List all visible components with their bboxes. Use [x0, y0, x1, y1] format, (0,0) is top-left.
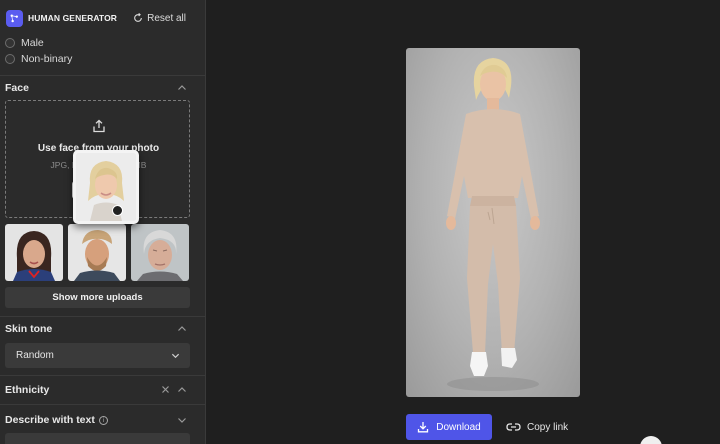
drag-cursor-icon: [112, 205, 123, 216]
chevron-down-icon[interactable]: [177, 415, 187, 425]
download-label: Download: [436, 421, 481, 433]
skin-tone-select[interactable]: Random: [5, 343, 190, 368]
copy-link-button[interactable]: Copy link: [506, 414, 568, 440]
app-title: HUMAN GENERATOR: [28, 13, 118, 23]
link-icon: [506, 423, 521, 431]
divider: [0, 375, 205, 376]
info-icon[interactable]: i: [98, 416, 108, 425]
generated-image-preview: [406, 48, 580, 397]
floating-action-button[interactable]: [640, 436, 662, 444]
face-photo-image: [76, 153, 136, 221]
chevron-up-icon[interactable]: [177, 83, 187, 93]
divider: [0, 75, 205, 76]
face-thumbnails: [5, 224, 189, 281]
show-more-uploads-button[interactable]: Show more uploads: [5, 287, 190, 308]
face-thumbnail[interactable]: [131, 224, 189, 281]
gender-option-label: Non-binary: [21, 53, 73, 65]
logo-icon: [6, 9, 23, 27]
dragged-face-photo[interactable]: [73, 150, 139, 224]
chevron-up-icon[interactable]: [177, 385, 187, 395]
describe-section-title: Describe with text i: [5, 414, 108, 426]
gender-option-non-binary[interactable]: Non-binary: [5, 53, 72, 65]
skin-tone-section-title: Skin tone: [5, 323, 53, 335]
upload-icon: [93, 119, 105, 133]
radio-button[interactable]: [5, 54, 15, 64]
gender-option-male[interactable]: Male: [5, 37, 44, 49]
skin-tone-selected-value: Random: [16, 350, 54, 361]
sidebar-header: HUMAN GENERATOR Reset all: [0, 0, 205, 36]
reset-all-button[interactable]: Reset all: [133, 0, 186, 36]
describe-section-label: Describe with text: [5, 414, 95, 426]
describe-text-input[interactable]: [5, 433, 190, 444]
ethnicity-section-title: Ethnicity: [5, 384, 50, 396]
chevron-down-icon: [171, 353, 180, 359]
divider: [0, 404, 205, 405]
generated-person-image: [446, 58, 540, 391]
reset-all-label: Reset all: [147, 12, 186, 24]
close-icon[interactable]: [161, 385, 170, 394]
divider: [0, 316, 205, 317]
face-section-title: Face: [5, 82, 29, 94]
face-thumbnail[interactable]: [68, 224, 126, 281]
chevron-up-icon[interactable]: [177, 324, 187, 334]
gender-option-label: Male: [21, 37, 44, 49]
face-thumbnail[interactable]: [5, 224, 63, 281]
sidebar: HUMAN GENERATOR Reset all Male Non-binar…: [0, 0, 206, 444]
radio-button[interactable]: [5, 38, 15, 48]
download-button[interactable]: Download: [406, 414, 492, 440]
copy-link-label: Copy link: [527, 421, 569, 433]
reset-icon: [134, 13, 142, 22]
download-icon: [418, 422, 429, 433]
